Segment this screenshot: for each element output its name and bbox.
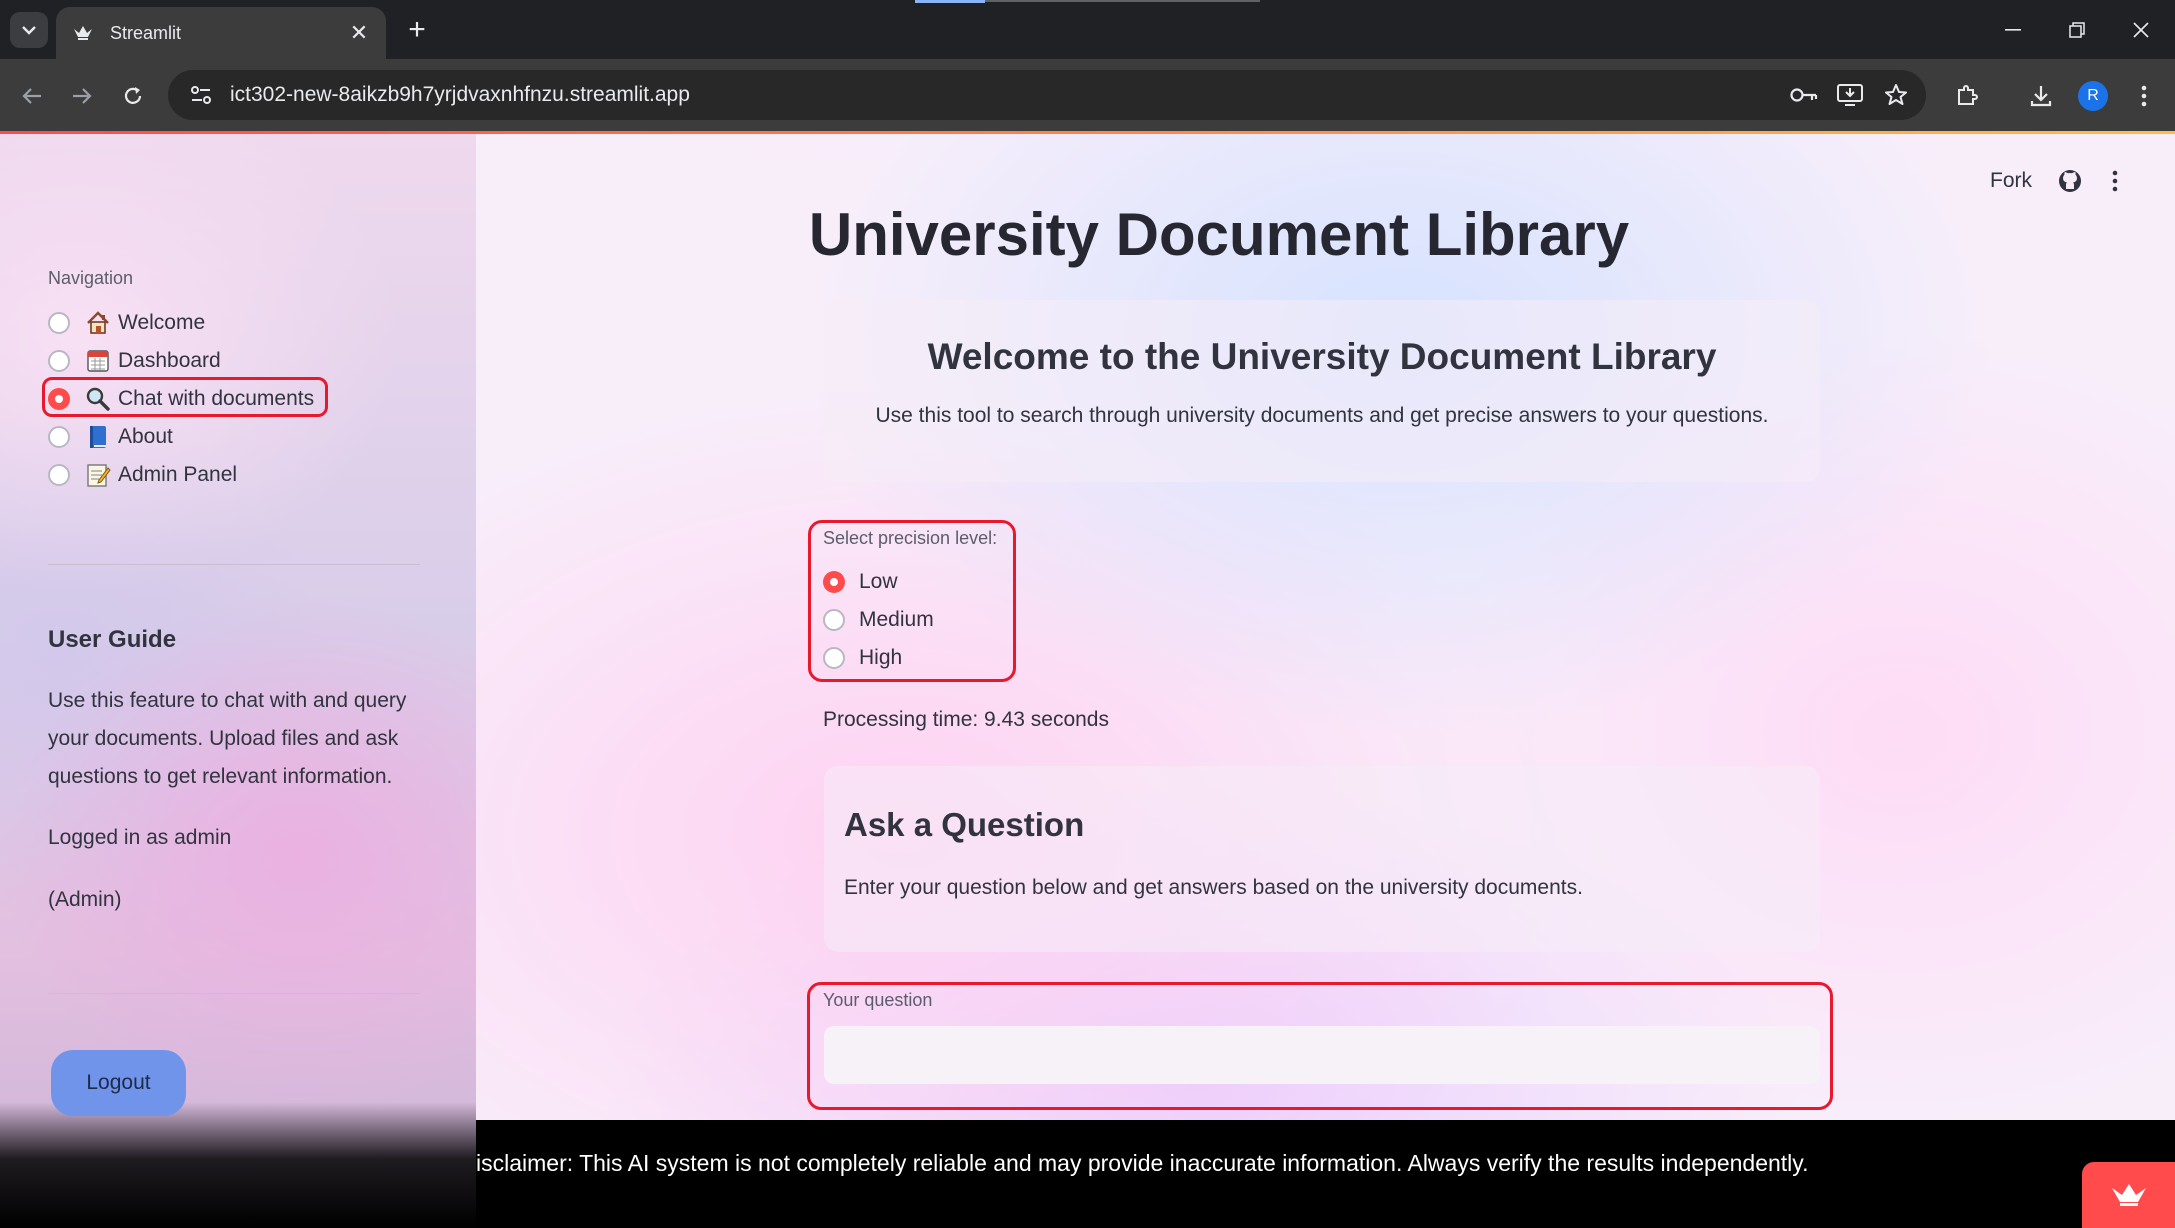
new-tab-button[interactable]: + — [400, 13, 434, 47]
precision-label-high: High — [859, 646, 903, 669]
streamlit-crown-icon — [72, 22, 94, 44]
nav-item-admin-panel[interactable]: Admin Panel — [48, 456, 314, 494]
question-label: Your question — [823, 990, 933, 1010]
tab-search-button[interactable] — [10, 12, 48, 48]
precision-label-medium: Medium — [859, 608, 934, 631]
processing-time: Processing time: 9.43 seconds — [823, 708, 1109, 731]
nav-label-admin-panel: Admin Panel — [118, 463, 238, 486]
streamlit-crown-icon — [2111, 1184, 2146, 1206]
password-key-icon[interactable] — [1784, 70, 1824, 120]
nav-item-welcome[interactable]: Welcome — [48, 304, 314, 342]
main-menu-button[interactable] — [2112, 166, 2118, 196]
nav-label-about: About — [118, 425, 173, 448]
precision-radio-medium[interactable] — [823, 609, 845, 631]
sidebar-divider-bottom — [48, 993, 420, 994]
nav-label-welcome: Welcome — [118, 311, 206, 334]
ask-question-text: Enter your question below and get answer… — [844, 876, 1583, 899]
house-icon — [84, 309, 112, 337]
profile-avatar: R — [2078, 81, 2108, 111]
sidebar-bottom-shadow — [0, 1102, 476, 1228]
user-guide-text: Use this feature to chat with and query … — [48, 689, 407, 788]
minimize-window-button[interactable] — [1993, 10, 2033, 50]
minimize-icon — [2005, 29, 2021, 31]
close-icon — [2133, 22, 2149, 38]
logout-button[interactable]: Logout — [51, 1050, 186, 1116]
browser-menu-button[interactable] — [2124, 76, 2164, 116]
precision-radio-group: Low Medium High — [823, 563, 934, 677]
nav-item-about[interactable]: About — [48, 418, 314, 456]
memo-icon — [84, 461, 112, 489]
forward-button[interactable] — [62, 76, 102, 116]
ask-question-card: Ask a Question Enter your question below… — [824, 766, 1820, 952]
address-bar[interactable]: ict302-new-8aikzb9h7yrjdvaxnhfnzu.stream… — [168, 70, 1926, 120]
github-button[interactable] — [2057, 166, 2083, 196]
app-viewport: Navigation Welcome Dashboard Chat with d… — [0, 134, 2175, 1228]
browser-tab[interactable]: Streamlit ✕ — [56, 7, 386, 59]
kebab-menu-icon — [2112, 170, 2118, 192]
nav-item-dashboard[interactable]: Dashboard — [48, 342, 314, 380]
welcome-title: Welcome to the University Document Libra… — [927, 336, 1717, 377]
precision-radio-low[interactable] — [823, 571, 845, 593]
precision-option-low[interactable]: Low — [823, 563, 934, 601]
extensions-button[interactable] — [1947, 76, 1987, 116]
sidebar: Navigation Welcome Dashboard Chat with d… — [0, 134, 476, 1228]
reload-icon — [124, 87, 142, 104]
reload-button[interactable] — [113, 76, 153, 116]
kebab-menu-icon — [2141, 85, 2147, 107]
disclaimer-text: isclaimer: This AI system is not complet… — [476, 1150, 1809, 1176]
nav-radio-dashboard[interactable] — [48, 350, 70, 372]
book-icon — [84, 423, 112, 451]
site-info-icon[interactable] — [186, 80, 216, 110]
user-guide-title: User Guide — [48, 626, 177, 653]
restore-window-button[interactable] — [2057, 10, 2097, 50]
ask-question-title: Ask a Question — [844, 806, 1085, 843]
arrow-left-icon — [22, 88, 41, 104]
puzzle-icon — [1958, 85, 1978, 105]
browser-toolbar: ict302-new-8aikzb9h7yrjdvaxnhfnzu.stream… — [0, 59, 2175, 131]
close-window-button[interactable] — [2121, 10, 2161, 50]
calendar-icon — [84, 347, 112, 375]
precision-option-medium[interactable]: Medium — [823, 601, 934, 639]
download-icon — [2030, 86, 2052, 107]
browser-tabstrip: Streamlit ✕ + — [0, 0, 2175, 59]
question-input[interactable] — [824, 1026, 1820, 1084]
precision-option-high[interactable]: High — [823, 639, 934, 677]
logged-in-text: Logged in as admin — [48, 826, 232, 849]
precision-label-low: Low — [859, 570, 898, 593]
loading-indicator — [915, 0, 985, 3]
install-app-icon[interactable] — [1830, 70, 1870, 120]
fork-button[interactable]: Fork — [1990, 166, 2032, 196]
downloads-button[interactable] — [2021, 76, 2061, 116]
welcome-text: Use this tool to search through universi… — [875, 404, 1769, 427]
arrow-right-icon — [73, 88, 92, 104]
welcome-card: Welcome to the University Document Libra… — [824, 300, 1820, 482]
navigation-caption: Navigation — [48, 268, 134, 288]
sidebar-divider — [48, 564, 420, 565]
bookmark-star-icon[interactable] — [1876, 70, 1916, 120]
close-tab-icon[interactable]: ✕ — [346, 20, 372, 46]
streamlit-badge[interactable] — [2082, 1162, 2175, 1228]
loading-track — [985, 0, 1260, 2]
restore-icon — [2069, 22, 2085, 38]
tab-title: Streamlit — [110, 22, 182, 43]
nav-radio-about[interactable] — [48, 426, 70, 448]
precision-radio-high[interactable] — [823, 647, 845, 669]
nav-radio-welcome[interactable] — [48, 312, 70, 334]
user-role-text: (Admin) — [48, 888, 122, 911]
page-title: University Document Library — [808, 201, 1630, 268]
url-text[interactable]: ict302-new-8aikzb9h7yrjdvaxnhfnzu.stream… — [230, 83, 690, 107]
profile-button[interactable]: R — [2073, 76, 2113, 116]
precision-caption: Select precision level: — [823, 528, 998, 548]
selected-nav-highlight — [42, 377, 328, 417]
nav-radio-admin-panel[interactable] — [48, 464, 70, 486]
back-button[interactable] — [12, 76, 52, 116]
nav-label-dashboard: Dashboard — [118, 349, 221, 372]
chevron-down-icon — [22, 26, 36, 35]
github-icon — [2059, 170, 2081, 192]
